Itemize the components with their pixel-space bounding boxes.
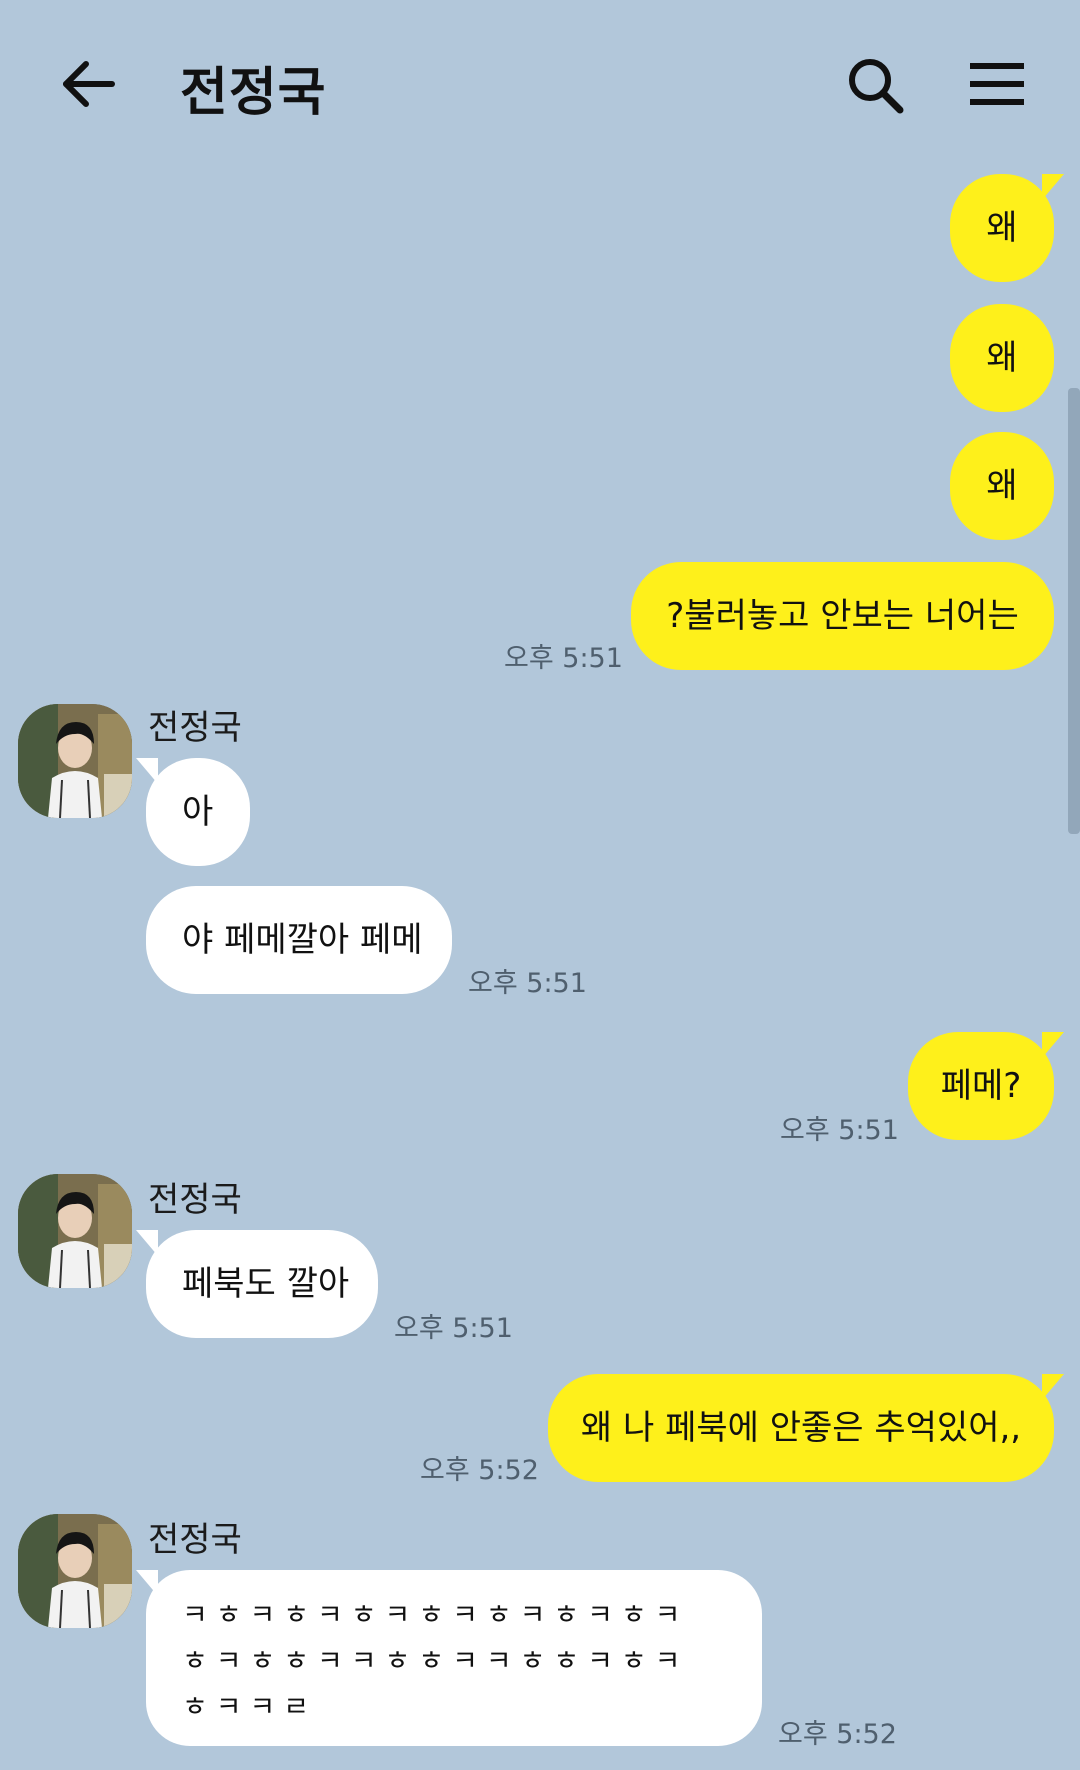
message-line: ㅎㅋㅎㅎㅋㅋㅎㅎㅋㅋㅎㅎㅋㅎㅋ [182,1644,689,1677]
chat-title: 전정국 [180,63,327,123]
message-bubble-sent[interactable]: 왜 [950,304,1054,412]
sender-name: 전정국 [148,1520,242,1560]
message-bubble-sent[interactable]: 왜 [950,432,1054,540]
message-timestamp: 오후 5:52 [778,1719,897,1750]
message-timestamp: 오후 5:51 [504,643,623,674]
back-arrow-icon[interactable] [56,52,128,124]
message-bubble-sent[interactable]: ?불러놓고 안보는 너어는 [631,562,1054,670]
avatar[interactable] [18,1174,132,1288]
message-bubble-sent[interactable]: 왜 [950,174,1064,282]
chat-header: 전정국 [0,0,1080,170]
message-bubble-received[interactable]: 아 [136,758,250,866]
scrollbar[interactable] [1068,388,1080,834]
message-bubble-received[interactable]: 야 페메깔아 페메 [146,886,452,994]
avatar[interactable] [18,704,132,818]
message-bubble-sent[interactable]: 페메? [908,1032,1064,1140]
message-bubble-sent[interactable]: 왜 나 페북에 안좋은 추억있어,, [548,1374,1064,1482]
sender-name: 전정국 [148,1180,242,1220]
message-timestamp: 오후 5:51 [394,1313,513,1344]
message-line: ㅎㅋㅋㄹ [182,1690,318,1723]
menu-icon[interactable] [962,52,1034,124]
message-timestamp: 오후 5:51 [468,968,587,999]
message-timestamp: 오후 5:51 [780,1115,899,1146]
avatar[interactable] [18,1514,132,1628]
message-timestamp: 오후 5:52 [420,1455,539,1486]
message-bubble-received[interactable]: ㅋㅎㅋㅎㅋㅎㅋㅎㅋㅎㅋㅎㅋㅎㅋ ㅎㅋㅎㅎㅋㅋㅎㅎㅋㅋㅎㅎㅋㅎㅋ ㅎㅋㅋㄹ [136,1570,762,1746]
sender-name: 전정국 [148,708,242,748]
message-line: ㅋㅎㅋㅎㅋㅎㅋㅎㅋㅎㅋㅎㅋㅎㅋ [182,1598,689,1631]
message-bubble-received[interactable]: 페북도 깔아 [136,1230,378,1338]
search-icon[interactable] [842,52,914,124]
